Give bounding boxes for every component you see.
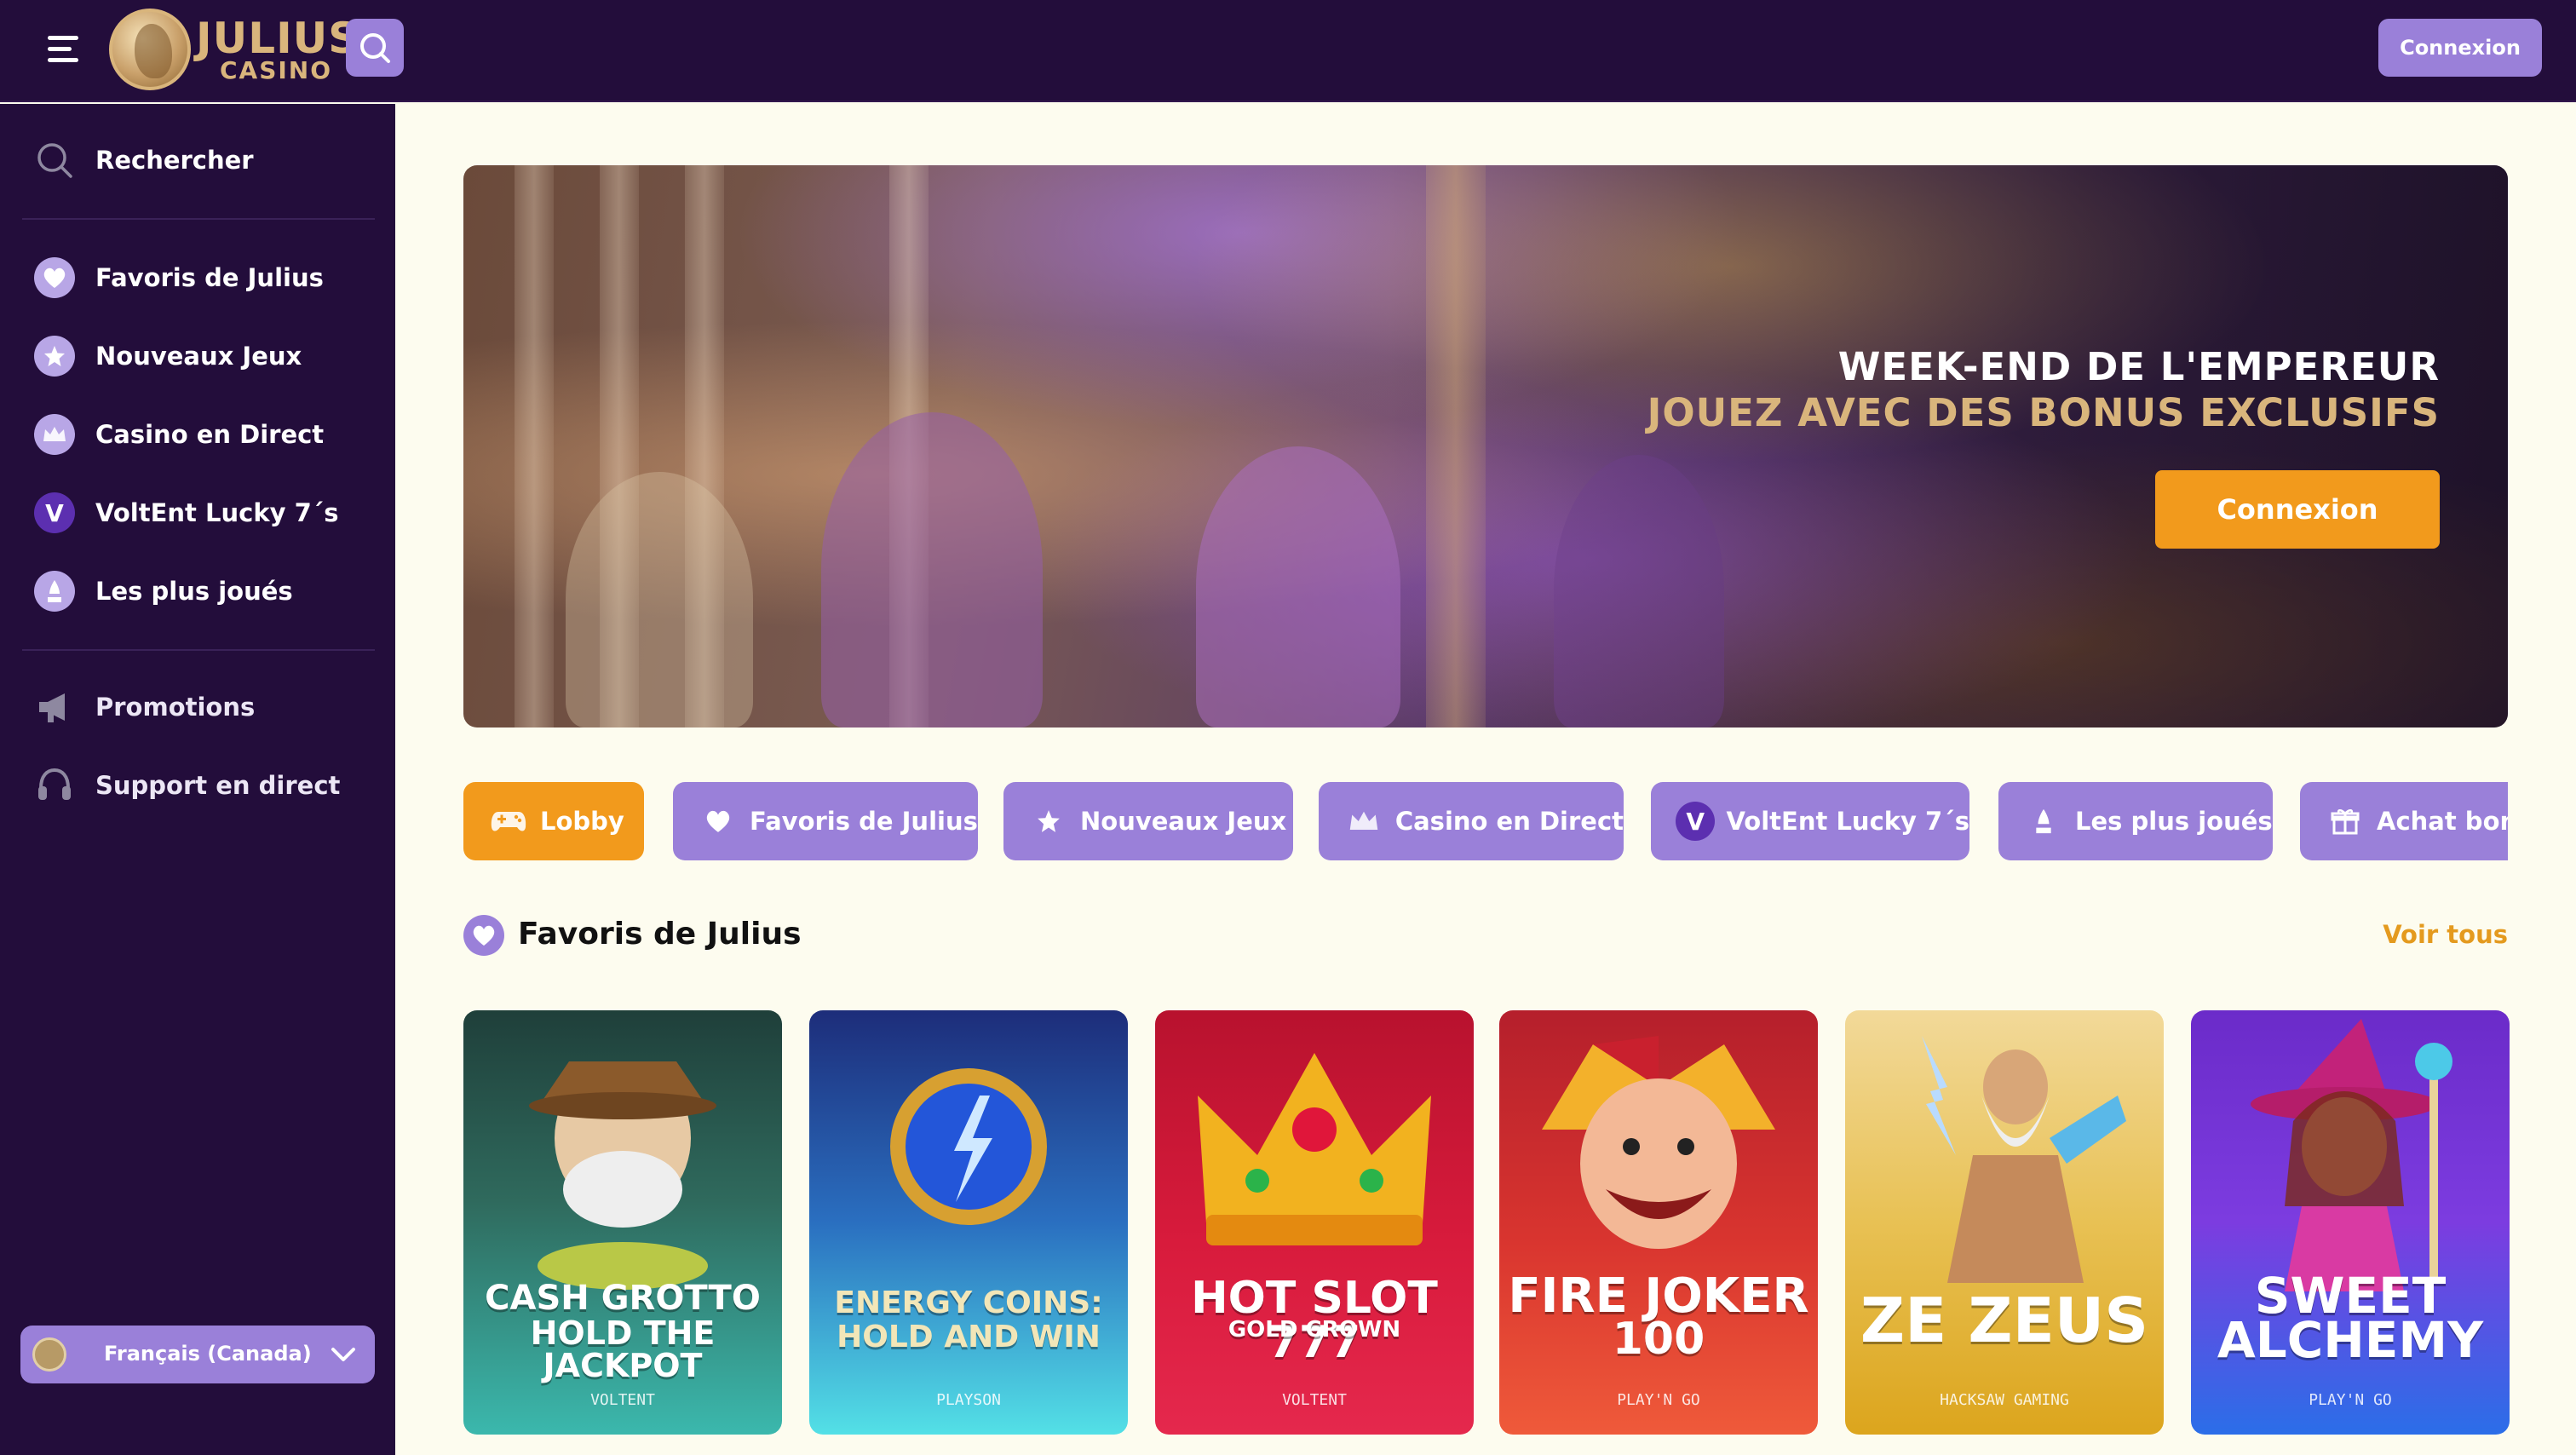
crown-icon [34,414,75,455]
game-card[interactable]: ZE ZEUS HACKSAW GAMING [1845,1010,2164,1435]
gamepad-icon [487,800,530,843]
tab-favoris[interactable]: Favoris de Julius [673,782,978,860]
tab-label: Nouveaux Jeux [1080,807,1287,836]
game-title: ZE ZEUS [1860,1285,2149,1356]
sidebar-item-support[interactable]: Support en direct [32,760,373,811]
hero-subtitle: JOUEZ AVEC DES BONUS EXCLUSIFS [1647,390,2440,435]
canada-flag-icon [32,1337,66,1372]
heart-icon [34,257,75,298]
game-card[interactable]: CASH GROTTO HOLD THE JACKPOT VOLTENT [463,1010,782,1435]
sidebar-item-casino-direct[interactable]: Casino en Direct [32,409,373,460]
hero-login-button[interactable]: Connexion [2155,470,2440,549]
language-select[interactable]: Français (Canada) [20,1326,375,1383]
game-subtitle: HOLD AND WIN [837,1320,1101,1354]
game-art [1542,1036,1775,1249]
game-provider: VOLTENT [590,1391,655,1409]
section-title: Favoris de Julius [518,917,802,952]
v-icon: V [1675,800,1716,843]
search-icon [360,33,390,63]
tab-lobby[interactable]: Lobby [463,782,644,860]
game-art [890,1068,1047,1225]
game-art [2251,1019,2452,1291]
game-title: CASH GROTTO [485,1279,761,1318]
sidebar-item-favoris[interactable]: Favoris de Julius [32,252,373,303]
tab-nouveaux-jeux[interactable]: Nouveaux Jeux [1003,782,1293,860]
top-bar: JULIUS CASINO Connexion [0,0,2576,102]
menu-icon[interactable] [48,34,82,65]
tab-label: Achat bonu [2377,807,2508,836]
julius-casino-logo[interactable]: JULIUS CASINO [109,9,359,94]
login-button[interactable]: Connexion [2378,19,2542,77]
sidebar-divider [22,218,375,220]
top-search-button[interactable] [346,19,404,77]
game-art [1198,1053,1431,1245]
tab-label: Casino en Direct [1394,807,1624,836]
game-provider: PLAYSON [936,1391,1001,1409]
game-art [1922,1036,2126,1283]
sidebar-item-label: Les plus joués [95,577,293,606]
tab-label: VoltEnt Lucky 7´s [1726,807,1969,836]
sidebar-item-plus-joues[interactable]: Les plus joués [32,566,373,617]
sidebar-search[interactable]: Rechercher [32,135,373,186]
tab-casino-direct[interactable]: Casino en Direct [1319,782,1624,860]
tab-voltent[interactable]: V VoltEnt Lucky 7´s [1651,782,1969,860]
trophy-icon [34,571,75,612]
logo-coin-icon [109,9,191,90]
star-icon [34,336,75,377]
tab-label: Les plus joués [2075,807,2273,836]
sidebar: Rechercher Favoris de Julius Nouveaux Je… [0,104,395,1455]
game-provider: VOLTENT [1282,1391,1347,1409]
sidebar-item-voltent[interactable]: V VoltEnt Lucky 7´s [32,487,373,538]
hero-title: WEEK-END DE L'EMPEREUR [1837,344,2440,389]
game-title: ENERGY COINS: [834,1285,1103,1320]
tab-label: Lobby [540,807,624,836]
game-card[interactable]: FIRE JOKER 100 PLAY'N GO [1499,1010,1818,1435]
headset-icon [32,763,77,808]
sidebar-item-label: Promotions [95,693,256,722]
sidebar-item-promotions[interactable]: Promotions [32,681,373,733]
game-card[interactable]: HOT SLOT 777 GOLD CROWN VOLTENT [1155,1010,1474,1435]
sidebar-item-label: Casino en Direct [95,420,325,449]
logo-word-2: CASINO [220,56,333,84]
sidebar-search-label: Rechercher [95,146,254,175]
gift-icon [2324,800,2366,843]
game-art [529,1061,716,1290]
sidebar-item-label: Support en direct [95,771,341,800]
game-provider: PLAY'N GO [2309,1391,2392,1409]
sidebar-item-nouveaux-jeux[interactable]: Nouveaux Jeux [32,331,373,382]
sidebar-divider [22,649,375,651]
search-icon [32,138,77,182]
game-card[interactable]: ENERGY COINS: HOLD AND WIN PLAYSON [809,1010,1128,1435]
heart-icon [463,915,504,956]
see-all-link[interactable]: Voir tous [2383,920,2508,949]
chevron-down-icon [331,1348,355,1361]
sidebar-item-label: Favoris de Julius [95,263,324,292]
game-subtitle: 100 [1612,1314,1705,1365]
game-subtitle: HOLD THE JACKPOT [530,1314,716,1384]
star-icon [1027,800,1070,843]
sidebar-item-label: Nouveaux Jeux [95,342,302,371]
tab-label: Favoris de Julius [750,807,978,836]
category-tabs: Lobby Favoris de Julius Nouveaux Jeux Ca… [463,782,2508,860]
language-label: Français (Canada) [104,1342,312,1366]
sidebar-item-label: VoltEnt Lucky 7´s [95,498,339,527]
game-provider: PLAY'N GO [1617,1391,1700,1409]
heart-icon [697,800,739,843]
game-subtitle: GOLD CROWN [1228,1317,1401,1343]
tab-achat-bonus[interactable]: Achat bonu [2300,782,2508,860]
megaphone-icon [32,685,77,729]
tab-plus-joues[interactable]: Les plus joués [1998,782,2273,860]
crown-icon [1343,800,1385,843]
game-subtitle: ALCHEMY [2217,1311,2484,1369]
hero-banner: WEEK-END DE L'EMPEREUR JOUEZ AVEC DES BO… [463,165,2508,728]
v-icon: V [34,492,75,533]
game-card[interactable]: SWEET ALCHEMY PLAY'N GO [2191,1010,2510,1435]
trophy-icon [2022,800,2065,843]
game-provider: HACKSAW GAMING [1940,1391,2069,1409]
